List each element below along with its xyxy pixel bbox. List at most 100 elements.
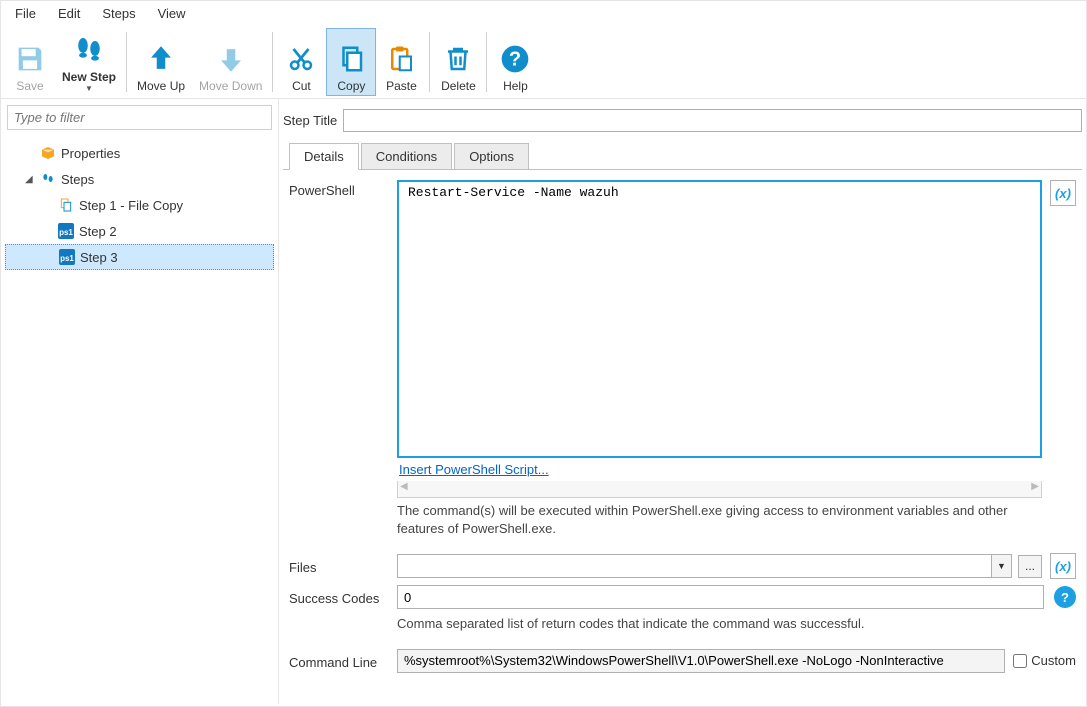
powershell-row: PowerShell Insert PowerShell Script... ◀… [289, 180, 1076, 547]
toolbar-separator [486, 32, 487, 92]
help-label: Help [503, 79, 528, 93]
file-copy-icon [57, 196, 75, 214]
trash-icon [440, 41, 476, 77]
save-button[interactable]: Save [5, 28, 55, 96]
move-up-button[interactable]: Move Up [130, 28, 192, 96]
scroll-left-icon: ◀ [400, 481, 408, 497]
scissors-icon [283, 41, 319, 77]
powershell-hint: The command(s) will be executed within P… [397, 502, 1042, 537]
toolbar-separator [126, 32, 127, 92]
main-split: Properties ◢ Steps Step 1 - File Copy ps… [1, 99, 1086, 704]
tree-label: Step 2 [79, 224, 117, 239]
horizontal-scrollbar[interactable]: ◀▶ [397, 481, 1042, 498]
cut-button[interactable]: Cut [276, 28, 326, 96]
files-input[interactable] [398, 555, 991, 577]
footprints-icon [71, 32, 107, 68]
tree-step-item-selected[interactable]: ps1 Step 3 [5, 244, 274, 270]
copy-label: Copy [337, 79, 365, 93]
menu-edit[interactable]: Edit [48, 3, 90, 24]
footprints-icon [39, 170, 57, 188]
tab-options[interactable]: Options [454, 143, 529, 170]
copy-icon [333, 41, 369, 77]
command-label: Command Line [289, 652, 393, 670]
files-label: Files [289, 557, 393, 575]
svg-text:?: ? [509, 49, 521, 71]
powershell-editor[interactable] [397, 180, 1042, 458]
filter-box [7, 105, 272, 130]
success-row: Success Codes ? [289, 585, 1076, 609]
tree: Properties ◢ Steps Step 1 - File Copy ps… [1, 136, 278, 704]
paste-icon [383, 41, 419, 77]
variable-button[interactable]: (x) [1050, 553, 1076, 579]
new-step-button[interactable]: New Step ▼ [55, 28, 123, 96]
toolbar-separator [429, 32, 430, 92]
tab-conditions[interactable]: Conditions [361, 143, 452, 170]
powershell-editor-wrap: Insert PowerShell Script... ◀▶ The comma… [397, 180, 1042, 547]
powershell-label: PowerShell [289, 180, 393, 198]
svg-text:ps1: ps1 [60, 254, 74, 263]
arrow-down-icon [213, 41, 249, 77]
dropdown-arrow-icon: ▼ [85, 84, 93, 93]
ps1-icon: ps1 [57, 222, 75, 240]
success-codes-input[interactable] [397, 585, 1044, 609]
menu-view[interactable]: View [148, 3, 196, 24]
editor-pane: Step Title Details Conditions Options Po… [279, 99, 1086, 704]
move-down-label: Move Down [199, 79, 262, 93]
cut-label: Cut [292, 79, 311, 93]
paste-button[interactable]: Paste [376, 28, 426, 96]
tree-label: Steps [61, 172, 94, 187]
twisty-expanded-icon: ◢ [25, 174, 35, 185]
tree-label: Step 1 - File Copy [79, 198, 183, 213]
menu-steps[interactable]: Steps [92, 3, 145, 24]
tab-body-details: PowerShell Insert PowerShell Script... ◀… [283, 170, 1082, 700]
tree-label: Step 3 [80, 250, 118, 265]
success-hint-row: Comma separated list of return codes tha… [289, 615, 1076, 643]
toolbar-separator [272, 32, 273, 92]
help-button[interactable]: ? Help [490, 28, 540, 96]
arrow-up-icon [143, 41, 179, 77]
step-title-row: Step Title [283, 109, 1082, 132]
new-step-label: New Step [62, 70, 116, 84]
move-down-button[interactable]: Move Down [192, 28, 269, 96]
insert-script-link[interactable]: Insert PowerShell Script... [397, 458, 1042, 481]
svg-text:ps1: ps1 [59, 228, 73, 237]
copy-button[interactable]: Copy [326, 28, 376, 96]
menu-file[interactable]: File [5, 3, 46, 24]
filter-input[interactable] [8, 106, 271, 129]
command-row: Command Line Custom [289, 649, 1076, 673]
chevron-down-icon[interactable]: ▼ [991, 555, 1011, 577]
save-icon [12, 41, 48, 77]
help-icon: ? [497, 41, 533, 77]
toolbar: Save New Step ▼ Move Up Move Down Cut Co… [1, 26, 1086, 99]
tree-step-item[interactable]: ps1 Step 2 [5, 218, 274, 244]
custom-checkbox-wrap[interactable]: Custom [1013, 653, 1076, 668]
tree-step-item[interactable]: Step 1 - File Copy [5, 192, 274, 218]
custom-label: Custom [1031, 653, 1076, 668]
variable-button[interactable]: (x) [1050, 180, 1076, 206]
tree-node-steps[interactable]: ◢ Steps [5, 166, 274, 192]
tree-pane: Properties ◢ Steps Step 1 - File Copy ps… [1, 99, 279, 704]
success-label: Success Codes [289, 588, 393, 606]
browse-button[interactable]: ... [1018, 555, 1042, 578]
move-up-label: Move Up [137, 79, 185, 93]
save-label: Save [16, 79, 43, 93]
files-row: Files ▼ ... (x) [289, 553, 1076, 579]
tab-details[interactable]: Details [289, 143, 359, 170]
custom-checkbox[interactable] [1013, 654, 1027, 668]
help-icon[interactable]: ? [1054, 586, 1076, 608]
delete-button[interactable]: Delete [433, 28, 483, 96]
success-hint: Comma separated list of return codes tha… [397, 615, 865, 633]
step-title-label: Step Title [283, 113, 339, 128]
tree-node-properties[interactable]: Properties [5, 140, 274, 166]
package-icon [39, 144, 57, 162]
paste-label: Paste [386, 79, 417, 93]
delete-label: Delete [441, 79, 476, 93]
step-title-input[interactable] [343, 109, 1082, 132]
menu-bar: File Edit Steps View [1, 1, 1086, 26]
tab-strip: Details Conditions Options [283, 142, 1082, 170]
files-combo[interactable]: ▼ [397, 554, 1012, 578]
command-line-input [397, 649, 1005, 673]
scroll-right-icon: ▶ [1031, 481, 1039, 497]
ps1-icon: ps1 [58, 248, 76, 266]
tree-label: Properties [61, 146, 120, 161]
